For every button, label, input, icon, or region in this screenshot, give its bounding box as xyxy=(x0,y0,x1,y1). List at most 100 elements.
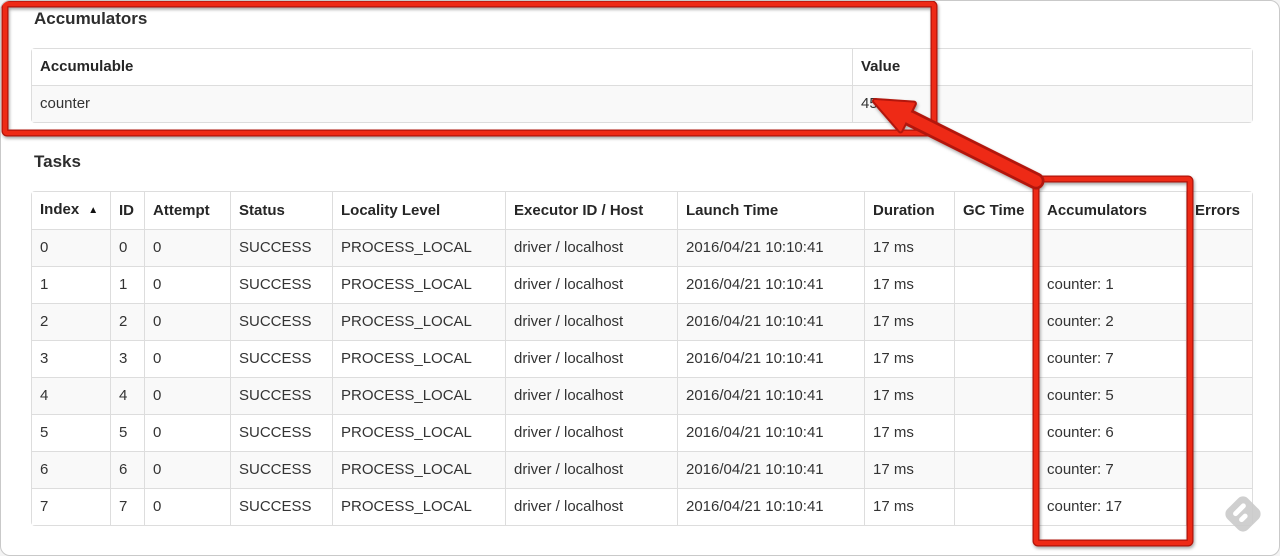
launch-time-cell: 2016/04/21 10:10:41 xyxy=(677,229,864,266)
accumulable-table-header-row: Accumulable Value xyxy=(32,49,1252,85)
accumulators-cell: counter: 2 xyxy=(1038,303,1186,340)
index-cell: 5 xyxy=(32,414,110,451)
gc-time-cell xyxy=(954,377,1038,414)
status-cell: SUCCESS xyxy=(230,229,332,266)
spark-ui-page: Accumulators Accumulable Value counter 45… xyxy=(0,0,1280,556)
col-header-value: Value xyxy=(852,49,1252,85)
attempt-cell: 0 xyxy=(144,303,230,340)
attempt-cell: 0 xyxy=(144,414,230,451)
col-header-index[interactable]: Index ▲ xyxy=(32,192,110,229)
status-cell: SUCCESS xyxy=(230,340,332,377)
duration-cell: 17 ms xyxy=(864,229,954,266)
locality-level-cell: PROCESS_LOCAL xyxy=(332,377,505,414)
accumulators-cell: counter: 5 xyxy=(1038,377,1186,414)
accumulators-cell: counter: 17 xyxy=(1038,488,1186,525)
col-header-duration[interactable]: Duration xyxy=(864,192,954,229)
tasks-table-header-row: Index ▲ ID Attempt Status Locality Level … xyxy=(32,192,1252,229)
accumulable-table: Accumulable Value counter 45 xyxy=(31,48,1253,123)
status-cell: SUCCESS xyxy=(230,377,332,414)
id-cell: 3 xyxy=(110,340,144,377)
attempt-cell: 0 xyxy=(144,451,230,488)
id-cell: 6 xyxy=(110,451,144,488)
col-header-status[interactable]: Status xyxy=(230,192,332,229)
errors-cell xyxy=(1186,340,1252,377)
gc-time-cell xyxy=(954,303,1038,340)
accumulators-section-title: Accumulators xyxy=(34,9,148,28)
duration-cell: 17 ms xyxy=(864,488,954,525)
col-header-id[interactable]: ID xyxy=(110,192,144,229)
status-cell: SUCCESS xyxy=(230,266,332,303)
duration-cell: 17 ms xyxy=(864,377,954,414)
col-header-index-label: Index xyxy=(40,201,80,218)
index-cell: 1 xyxy=(32,266,110,303)
tasks-section-title: Tasks xyxy=(34,152,81,171)
duration-cell: 17 ms xyxy=(864,451,954,488)
locality-level-cell: PROCESS_LOCAL xyxy=(332,229,505,266)
gc-time-cell xyxy=(954,488,1038,525)
sort-ascending-icon: ▲ xyxy=(88,205,99,216)
executor-id-host-cell: driver / localhost xyxy=(505,414,677,451)
id-cell: 1 xyxy=(110,266,144,303)
duration-cell: 17 ms xyxy=(864,340,954,377)
duration-cell: 17 ms xyxy=(864,414,954,451)
index-cell: 3 xyxy=(32,340,110,377)
gc-time-cell xyxy=(954,414,1038,451)
col-header-attempt[interactable]: Attempt xyxy=(144,192,230,229)
accumulators-cell xyxy=(1038,229,1186,266)
attempt-cell: 0 xyxy=(144,377,230,414)
col-header-locality-level[interactable]: Locality Level xyxy=(332,192,505,229)
index-cell: 0 xyxy=(32,229,110,266)
id-cell: 7 xyxy=(110,488,144,525)
locality-level-cell: PROCESS_LOCAL xyxy=(332,266,505,303)
launch-time-cell: 2016/04/21 10:10:41 xyxy=(677,414,864,451)
accumulators-cell: counter: 6 xyxy=(1038,414,1186,451)
executor-id-host-cell: driver / localhost xyxy=(505,340,677,377)
col-header-executor-id-host[interactable]: Executor ID / Host xyxy=(505,192,677,229)
table-row: 5 5 0 SUCCESS PROCESS_LOCAL driver / localhos… xyxy=(32,414,1252,451)
gc-time-cell xyxy=(954,451,1038,488)
gc-time-cell xyxy=(954,266,1038,303)
gc-time-cell xyxy=(954,340,1038,377)
executor-id-host-cell: driver / localhost xyxy=(505,229,677,266)
tasks-table-body: 0 0 0 SUCCESS PROCESS_LOCAL driver / localhos… xyxy=(32,229,1252,525)
executor-id-host-cell: driver / localhost xyxy=(505,377,677,414)
locality-level-cell: PROCESS_LOCAL xyxy=(332,414,505,451)
launch-time-cell: 2016/04/21 10:10:41 xyxy=(677,488,864,525)
locality-level-cell: PROCESS_LOCAL xyxy=(332,303,505,340)
col-header-gc-time[interactable]: GC Time xyxy=(954,192,1038,229)
locality-level-cell: PROCESS_LOCAL xyxy=(332,340,505,377)
locality-level-cell: PROCESS_LOCAL xyxy=(332,451,505,488)
index-cell: 6 xyxy=(32,451,110,488)
table-row: 7 7 0 SUCCESS PROCESS_LOCAL driver / localhos… xyxy=(32,488,1252,525)
id-cell: 2 xyxy=(110,303,144,340)
tasks-table: Index ▲ ID Attempt Status Locality Level … xyxy=(31,191,1253,526)
status-cell: SUCCESS xyxy=(230,451,332,488)
errors-cell xyxy=(1186,377,1252,414)
status-cell: SUCCESS xyxy=(230,488,332,525)
errors-cell xyxy=(1186,414,1252,451)
accumulable-table-body: counter 45 xyxy=(32,85,1252,122)
executor-id-host-cell: driver / localhost xyxy=(505,451,677,488)
gc-time-cell xyxy=(954,229,1038,266)
id-cell: 0 xyxy=(110,229,144,266)
launch-time-cell: 2016/04/21 10:10:41 xyxy=(677,266,864,303)
errors-cell xyxy=(1186,303,1252,340)
executor-id-host-cell: driver / localhost xyxy=(505,266,677,303)
attempt-cell: 0 xyxy=(144,340,230,377)
launch-time-cell: 2016/04/21 10:10:41 xyxy=(677,303,864,340)
col-header-accumulators[interactable]: Accumulators xyxy=(1038,192,1186,229)
accumulators-cell: counter: 7 xyxy=(1038,340,1186,377)
col-header-launch-time[interactable]: Launch Time xyxy=(677,192,864,229)
id-cell: 5 xyxy=(110,414,144,451)
accumulators-cell: counter: 1 xyxy=(1038,266,1186,303)
index-cell: 7 xyxy=(32,488,110,525)
launch-time-cell: 2016/04/21 10:10:41 xyxy=(677,377,864,414)
index-cell: 4 xyxy=(32,377,110,414)
errors-cell xyxy=(1186,488,1252,525)
executor-id-host-cell: driver / localhost xyxy=(505,303,677,340)
accumulable-cell: counter xyxy=(32,85,852,122)
table-row: 4 4 0 SUCCESS PROCESS_LOCAL driver / localhos… xyxy=(32,377,1252,414)
attempt-cell: 0 xyxy=(144,488,230,525)
col-header-errors[interactable]: Errors xyxy=(1186,192,1252,229)
table-row: counter 45 xyxy=(32,85,1252,122)
